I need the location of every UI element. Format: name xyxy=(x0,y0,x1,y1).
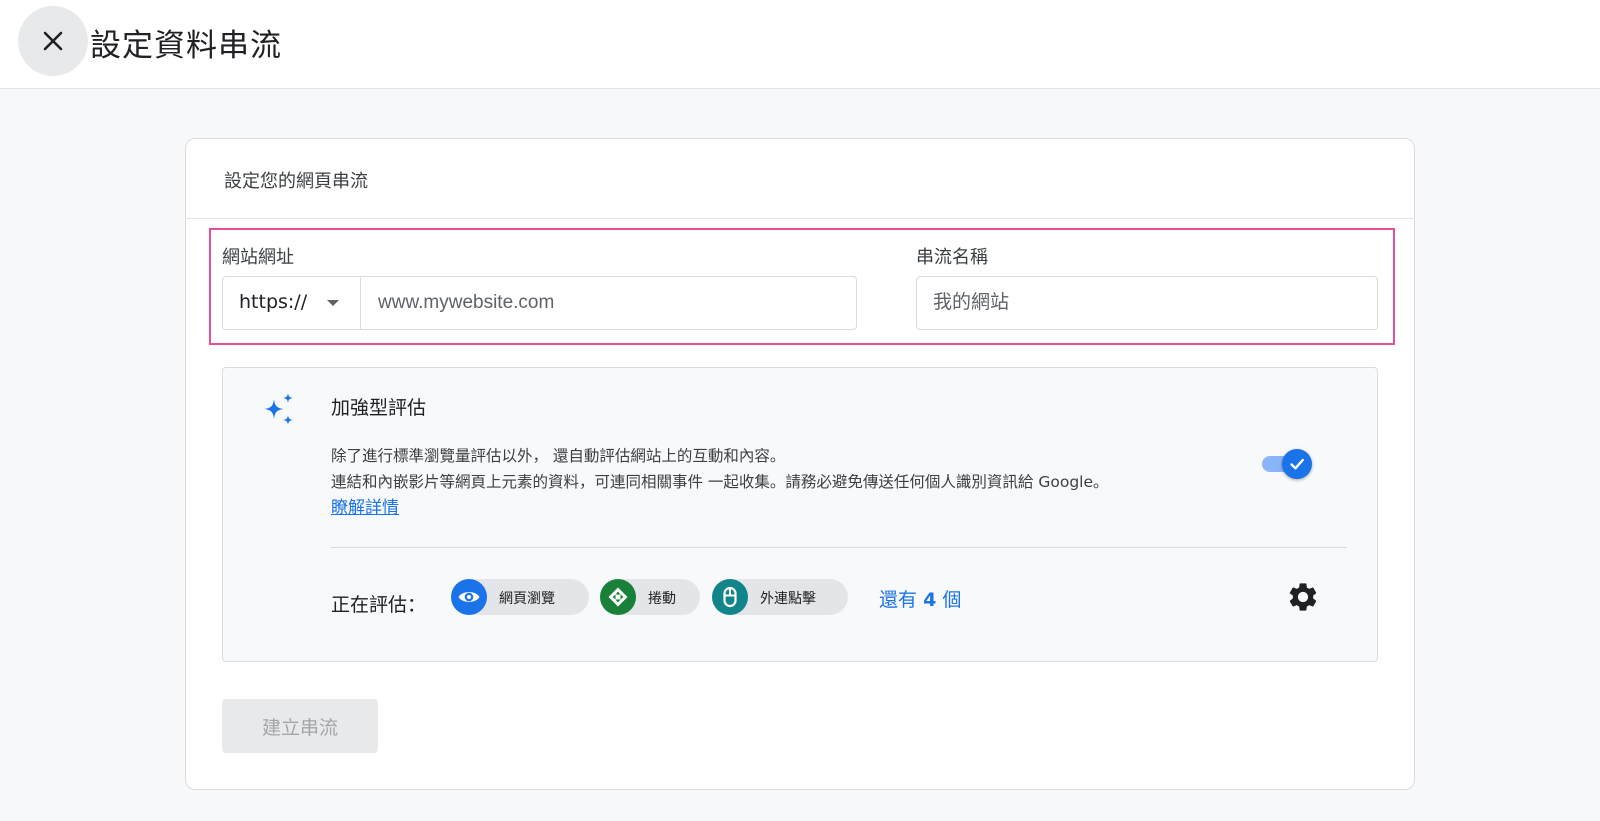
protocol-value: https:// xyxy=(239,291,308,313)
website-url-label: 網站網址 xyxy=(222,247,294,268)
divider xyxy=(331,547,1347,548)
eye-icon xyxy=(451,579,487,615)
description-line-2: 連結和內嵌影片等網頁上元素的資料，可連同相關事件 一起收集。請務必避免傳送任何個… xyxy=(331,473,1109,491)
chip-label: 網頁瀏覽 xyxy=(499,591,555,607)
enhanced-measurement-toggle[interactable] xyxy=(1256,447,1316,481)
close-icon xyxy=(43,31,63,51)
more-suffix: 個 xyxy=(942,589,962,611)
website-url-field: https:// xyxy=(222,276,857,330)
close-button[interactable] xyxy=(18,6,88,76)
chip-page-views[interactable]: 網頁瀏覽 xyxy=(451,579,589,615)
enhanced-measurement-description: 除了進行標準瀏覽量評估以外， 還自動評估網站上的互動和內容。 連結和內嵌影片等網… xyxy=(331,443,1109,521)
protocol-select[interactable]: https:// xyxy=(223,277,361,329)
caret-down-icon xyxy=(327,300,339,306)
top-bar: 設定資料串流 xyxy=(0,0,1600,89)
chip-scrolls[interactable]: 捲動 xyxy=(600,579,700,615)
page-title: 設定資料串流 xyxy=(90,28,282,64)
stream-name-input[interactable] xyxy=(933,290,1363,316)
chip-label: 外連點擊 xyxy=(760,591,816,607)
card-title: 設定您的網頁串流 xyxy=(224,171,368,192)
stream-name-label: 串流名稱 xyxy=(916,247,988,268)
more-events-link[interactable]: 還有 4 個 xyxy=(879,585,961,612)
scroll-icon xyxy=(600,579,636,615)
check-icon xyxy=(1290,458,1304,470)
enhanced-measurement-title: 加強型評估 xyxy=(331,397,427,419)
measuring-label: 正在評估： xyxy=(331,594,427,616)
chip-outbound-clicks[interactable]: 外連點擊 xyxy=(712,579,848,615)
learn-more-link[interactable]: 瞭解詳情 xyxy=(331,498,399,518)
description-line-1: 除了進行標準瀏覽量評估以外， 還自動評估網站上的互動和內容。 xyxy=(331,447,786,465)
gear-icon[interactable] xyxy=(1286,580,1320,614)
enhanced-measurement-panel: 加強型評估 除了進行標準瀏覽量評估以外， 還自動評估網站上的互動和內容。 連結和… xyxy=(222,367,1378,662)
mouse-icon xyxy=(712,579,748,615)
website-url-input[interactable] xyxy=(378,290,838,316)
chip-label: 捲動 xyxy=(648,591,676,607)
more-prefix: 還有 xyxy=(879,589,918,611)
more-count: 4 xyxy=(923,589,937,611)
card-header: 設定您的網頁串流 xyxy=(186,139,1414,219)
toggle-knob xyxy=(1282,449,1312,479)
stream-name-field xyxy=(916,276,1378,330)
create-stream-button[interactable]: 建立串流 xyxy=(222,699,378,753)
sparkle-icon xyxy=(264,393,293,425)
